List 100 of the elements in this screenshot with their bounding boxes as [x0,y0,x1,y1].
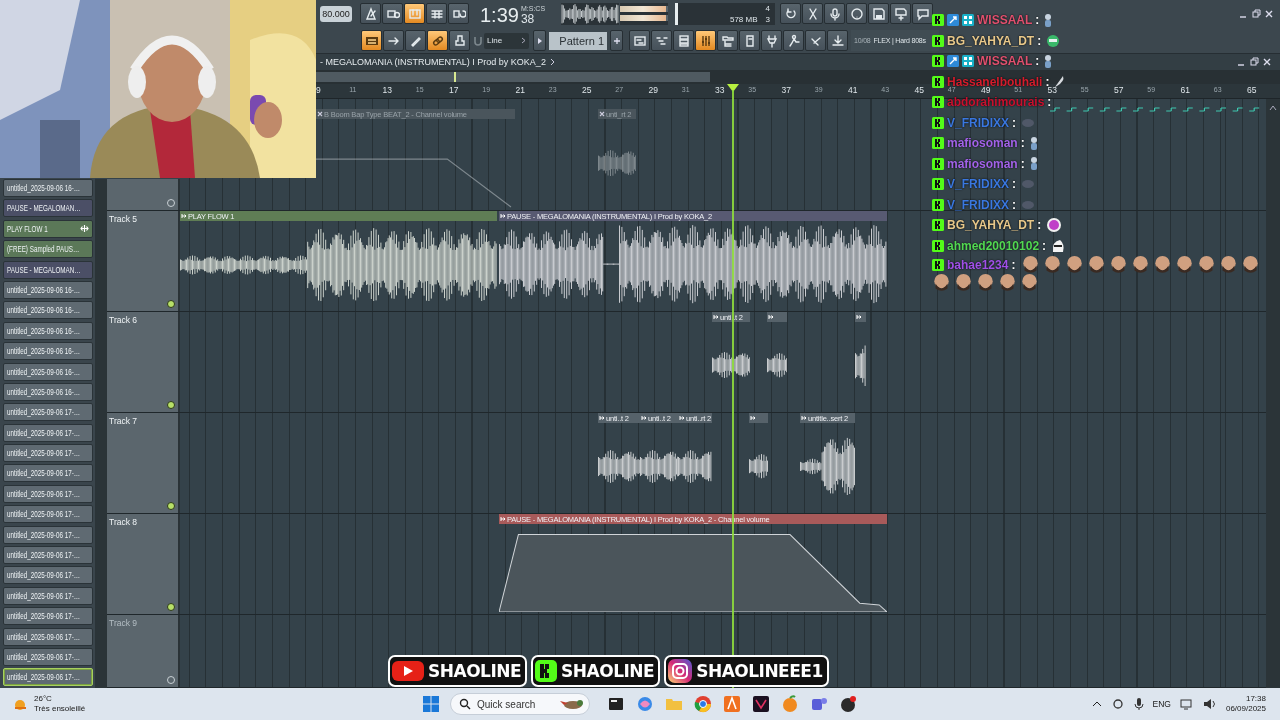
picker-item[interactable]: untitled_2025-09-06 17-… [3,444,93,463]
picker-item[interactable]: untitled_2025-09-06 17-… [3,505,93,524]
browser-button[interactable] [717,30,738,51]
scrollbar[interactable] [95,179,107,688]
picker-item[interactable]: untitled_2025-09-06 17-… [3,546,93,565]
document-button[interactable] [739,30,760,51]
magnet-icon[interactable] [474,35,482,46]
start-button[interactable] [423,696,439,712]
track-status-dot[interactable] [167,401,175,409]
picker-item[interactable]: untitled_2025-09-06 17-… [3,403,93,422]
cut-button[interactable] [802,3,823,24]
step-edit-button[interactable] [426,3,447,24]
metronome-button[interactable] [360,3,381,24]
language-indicator[interactable]: ENG [1152,699,1171,709]
close-icon[interactable] [1262,57,1272,67]
close-icon[interactable] [1264,8,1274,19]
track-status-dot[interactable] [167,502,175,510]
picker-item[interactable]: untitled_2025-09-06 17-… [3,423,93,442]
download-button[interactable] [827,30,848,51]
pattern-selector[interactable]: Pattern 1 [549,31,607,50]
brush-button[interactable] [805,30,826,51]
caret-up-icon[interactable] [1091,700,1102,708]
chat-username[interactable]: ahmed20010102 [947,238,1040,253]
pencil-button[interactable] [405,30,426,51]
plug-button[interactable] [761,30,782,51]
save-button[interactable] [868,3,889,24]
picker-item[interactable]: PAUSE - MEGALOMAN… [3,260,93,279]
picker-item[interactable]: untitled_2025-09-06 17-… [3,566,93,585]
speaker-icon[interactable] [1202,698,1217,710]
weather-widget[interactable]: 26°C Très ensoleillé [34,694,86,714]
chat-username[interactable]: WISSAAL [977,54,1033,69]
peak-logo-icon[interactable] [723,695,741,713]
track-header[interactable]: Track 9 [107,615,180,687]
snap-dropdown[interactable]: Line [484,32,529,49]
picker-item[interactable]: untitled_2025-09-06 17-… [3,464,93,483]
chat-username[interactable]: BG_YAHYA_DT [947,218,1035,233]
scroll-up-icon[interactable] [1269,105,1277,111]
track-status-dot[interactable] [167,603,175,611]
picker-item[interactable]: untitled_2025-09-06 16-… [3,362,93,381]
track-header[interactable]: Track 6 [107,312,180,412]
picker-item[interactable]: PAUSE - MEGALOMAN… [3,199,93,218]
picker-item[interactable]: untitled_2025-09-06 17-… [3,627,93,646]
restore-icon[interactable] [1251,8,1261,19]
typing-keyboard-button[interactable] [404,3,425,24]
picker-item[interactable]: untitled_2025-09-06 16-… [3,342,93,361]
chat-username[interactable]: BG_YAHYA_DT [947,33,1035,48]
network-icon[interactable] [1179,698,1194,710]
track-header[interactable] [107,179,180,210]
figure-button[interactable] [783,30,804,51]
track-header[interactable]: Track 8 [107,514,180,614]
clip-header[interactable] [749,413,768,423]
clock[interactable]: 17:38 06/09/2025 [1225,694,1266,714]
drag-arrows-icon[interactable] [80,224,89,234]
picker-item[interactable]: untitled_2025-09-06 17-… [3,586,93,605]
tempo-field[interactable]: 80.000 [320,5,352,22]
wait-button[interactable] [382,3,403,24]
undo-button[interactable] [780,3,801,24]
mixer-button[interactable] [695,30,716,51]
song-mode-button[interactable] [361,30,382,51]
sync-icon[interactable] [1110,697,1125,711]
clip-header[interactable] [855,312,866,322]
colored-circle-icon[interactable] [694,695,712,713]
microphone-button[interactable] [824,3,845,24]
picker-item[interactable]: untitled_2025-09-06 16-… [3,301,93,320]
chevron-right-icon[interactable] [549,58,555,66]
social-handle[interactable]: SHAOLINEEE1 [664,655,829,687]
dark-window-icon[interactable] [607,695,625,713]
picker-item[interactable]: PLAY FLOW 1 [3,219,93,238]
chat-button[interactable] [912,3,933,24]
microphone-icon[interactable] [1133,697,1144,711]
restore-icon[interactable] [1249,57,1259,67]
picker-item[interactable]: untitled_2025-09-06 16-… [3,382,93,401]
picker-item[interactable]: untitled_2025-09-06 17-… [3,525,93,544]
stamp-button[interactable] [449,30,470,51]
playlist-button[interactable] [629,30,650,51]
arrow-button[interactable] [383,30,404,51]
link-button[interactable] [427,30,448,51]
help-button[interactable] [846,3,867,24]
people-icon[interactable] [810,695,828,713]
piano-roll-button[interactable] [651,30,672,51]
social-handle[interactable]: SHAOLINE [388,655,528,687]
save-new-button[interactable] [890,3,911,24]
picker-item[interactable]: untitled_2025-09-06 17-… [3,668,93,687]
search-field[interactable]: Quick search [450,693,590,715]
dark-square-icon[interactable] [752,695,770,713]
previous-pattern-button[interactable] [533,30,546,51]
round-app-icon[interactable] [839,695,857,713]
picker-item[interactable]: untitled_2025-09-06 16-… [3,321,93,340]
social-handle[interactable]: SHAOLINE [531,655,661,687]
clip-header[interactable] [767,312,787,322]
swirl-icon[interactable] [636,695,654,713]
picker-item[interactable]: untitled_2025-09-06 16-… [3,179,93,197]
track-status-dot[interactable] [167,300,175,308]
picker-item[interactable]: untitled_2025-09-06 17-… [3,607,93,626]
track-header[interactable]: Track 7 [107,413,180,513]
picker-item[interactable]: untitled_2025-09-06 17-… [3,484,93,503]
add-pattern-button[interactable] [610,30,623,51]
picker-item[interactable]: untitled_2025-09-06 17-… [3,648,93,666]
picker-item[interactable]: (FREE) Sampled PAUS… [3,240,93,259]
loop-record-button[interactable] [448,3,469,24]
